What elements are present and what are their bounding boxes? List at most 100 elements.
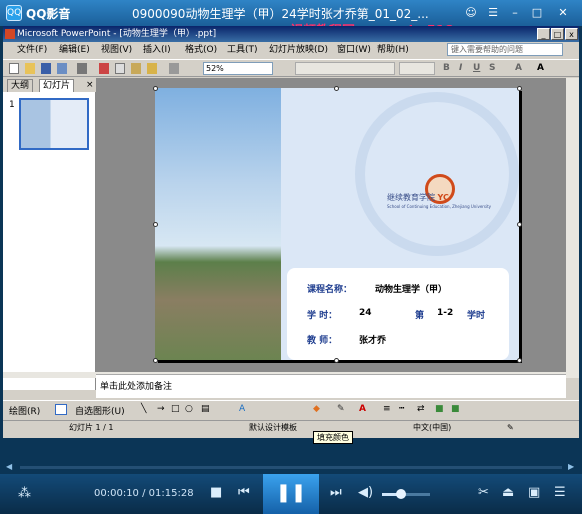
status-template: 默认设计模板 xyxy=(249,423,297,432)
undo-icon[interactable] xyxy=(169,63,179,74)
resize-handle-t[interactable] xyxy=(334,86,339,91)
teacher-label: 教 师： xyxy=(307,336,338,346)
stop-icon[interactable]: ■ xyxy=(210,485,222,500)
menu-help[interactable]: 帮助(H) xyxy=(377,42,409,58)
menu-window[interactable]: 窗口(W) xyxy=(337,42,371,58)
open-icon[interactable] xyxy=(25,63,35,74)
wordart-icon[interactable]: A xyxy=(239,404,245,414)
italic-icon[interactable]: I xyxy=(459,63,462,73)
print-icon[interactable] xyxy=(77,63,87,74)
screen-icon[interactable]: ▣ xyxy=(528,485,540,500)
campus-photo xyxy=(155,88,281,360)
status-bar: 幻灯片 1 / 1 默认设计模板 中文(中国) ✎ xyxy=(3,420,579,434)
seek-back-icon[interactable]: ◀ xyxy=(6,462,12,471)
line-icon[interactable]: ╲ xyxy=(141,404,146,414)
school-name-text: 继续教育学院 xyxy=(387,193,435,202)
seek-forward-icon[interactable]: ▶ xyxy=(568,462,574,471)
rectangle-icon[interactable]: □ xyxy=(171,404,180,414)
volume-slider[interactable] xyxy=(382,489,430,499)
textbox-icon[interactable]: ▤ xyxy=(201,404,210,414)
footprint-icon[interactable]: ⁂ xyxy=(18,486,31,501)
select-pointer-icon[interactable] xyxy=(55,404,67,415)
volume-icon[interactable]: ◀) xyxy=(358,485,373,500)
menu-view[interactable]: 视图(V) xyxy=(101,42,132,58)
resize-handle-tr[interactable] xyxy=(517,86,522,91)
resize-handle-l[interactable] xyxy=(153,222,158,227)
underline-icon[interactable]: U xyxy=(473,63,480,73)
menu-tools[interactable]: 工具(T) xyxy=(227,42,258,58)
resize-handle-bl[interactable] xyxy=(153,358,158,363)
shadow-icon[interactable]: S xyxy=(489,63,495,73)
line-style-icon[interactable]: ≡ xyxy=(383,404,391,414)
ppt-window-title: Microsoft PowerPoint - [动物生理学（甲）.ppt] xyxy=(17,29,217,39)
eject-icon[interactable]: ⏏ xyxy=(502,485,514,500)
slide-editing-area[interactable]: 继续教育学院 YC School of Continuing Education… xyxy=(96,78,566,372)
line-color-icon[interactable]: ✎ xyxy=(337,404,345,414)
resize-handle-tl[interactable] xyxy=(153,86,158,91)
next-icon[interactable]: ⏭ xyxy=(330,485,342,500)
previous-icon[interactable]: ⏮ xyxy=(238,485,250,500)
zoom-select[interactable]: 52% xyxy=(203,62,273,75)
ppt-maximize-icon[interactable]: □ xyxy=(551,28,564,40)
font-color-draw-icon[interactable]: A xyxy=(359,404,366,414)
player-controls: ⁂ 00:00:10 / 01:15:28 ■ ⏮ ❚❚ ⏭ ◀) ✂ ⏏ ▣ … xyxy=(0,474,582,514)
resize-handle-br[interactable] xyxy=(517,358,522,363)
format-painter-icon[interactable] xyxy=(147,63,157,74)
shadow-style-icon[interactable]: ■ xyxy=(435,404,444,414)
playlist-icon[interactable]: ☰ xyxy=(554,485,566,500)
font-color-icon[interactable]: A xyxy=(537,63,544,73)
save-icon[interactable] xyxy=(41,63,51,74)
font-size-select[interactable] xyxy=(399,62,435,75)
volume-knob[interactable] xyxy=(396,489,407,499)
seek-track[interactable] xyxy=(20,466,562,469)
minimize-icon[interactable]: – xyxy=(508,6,522,20)
tab-slides[interactable]: 幻灯片 xyxy=(39,79,75,92)
ppt-close-icon[interactable]: x xyxy=(565,28,578,40)
autoshapes-menu[interactable]: 自选图形(U) xyxy=(75,404,125,417)
seek-bar[interactable]: ◀ ▶ xyxy=(0,462,582,472)
pause-button[interactable]: ❚❚ xyxy=(263,474,319,514)
help-search-input[interactable]: 键入需要帮助的问题 xyxy=(447,43,563,56)
powerpoint-app-icon xyxy=(5,29,15,39)
tab-outline[interactable]: 大纲 xyxy=(7,79,34,92)
menu-format[interactable]: 格式(O) xyxy=(185,42,217,58)
view-buttons[interactable] xyxy=(3,390,96,400)
menu-edit[interactable]: 编辑(E) xyxy=(59,42,90,58)
menu-slideshow[interactable]: 幻灯片放映(D) xyxy=(269,42,328,58)
dash-style-icon[interactable]: ┅ xyxy=(399,404,404,414)
slide-canvas[interactable]: 继续教育学院 YC School of Continuing Education… xyxy=(155,88,519,360)
3d-style-icon[interactable]: ■ xyxy=(451,404,460,414)
tools-icon[interactable]: ✂ xyxy=(478,485,489,500)
copy-icon[interactable] xyxy=(115,63,125,74)
draw-menu[interactable]: 绘图(R) xyxy=(9,404,40,417)
arrow-style-icon[interactable]: ⇄ xyxy=(417,404,425,414)
menu-file[interactable]: 文件(F) xyxy=(17,42,47,58)
vertical-scrollbar[interactable] xyxy=(566,78,579,372)
slide-thumbnail[interactable] xyxy=(19,98,89,150)
hours-value: 24 xyxy=(359,308,372,318)
school-tag: YC xyxy=(437,193,449,202)
hours-label: 学 时： xyxy=(307,311,338,321)
ppt-minimize-icon[interactable]: _ xyxy=(537,28,550,40)
fill-color-icon[interactable]: ◆ xyxy=(313,404,320,414)
font-name-select[interactable] xyxy=(295,62,395,75)
cut-icon[interactable] xyxy=(99,63,109,74)
menu-icon[interactable]: ☰ xyxy=(486,6,500,20)
paste-icon[interactable] xyxy=(131,63,141,74)
skin-icon[interactable]: ☺ xyxy=(464,6,478,20)
bold-icon[interactable]: B xyxy=(443,63,450,73)
notes-pane[interactable]: 单击此处添加备注 xyxy=(96,374,566,398)
oval-icon[interactable]: ○ xyxy=(185,404,193,414)
section-value: 1-2 xyxy=(437,308,454,318)
font-size-increase-icon[interactable]: A xyxy=(515,63,522,73)
pane-close-icon[interactable]: × xyxy=(83,79,97,92)
resize-handle-b[interactable] xyxy=(334,358,339,363)
resize-handle-r[interactable] xyxy=(517,222,522,227)
permission-icon[interactable] xyxy=(57,63,67,74)
close-icon[interactable]: ✕ xyxy=(556,6,570,20)
maximize-icon[interactable]: □ xyxy=(530,6,544,20)
school-name: 继续教育学院 YC xyxy=(387,192,449,203)
menu-insert[interactable]: 插入(I) xyxy=(143,42,171,58)
arrow-icon[interactable]: → xyxy=(157,404,165,414)
new-icon[interactable] xyxy=(9,63,19,74)
